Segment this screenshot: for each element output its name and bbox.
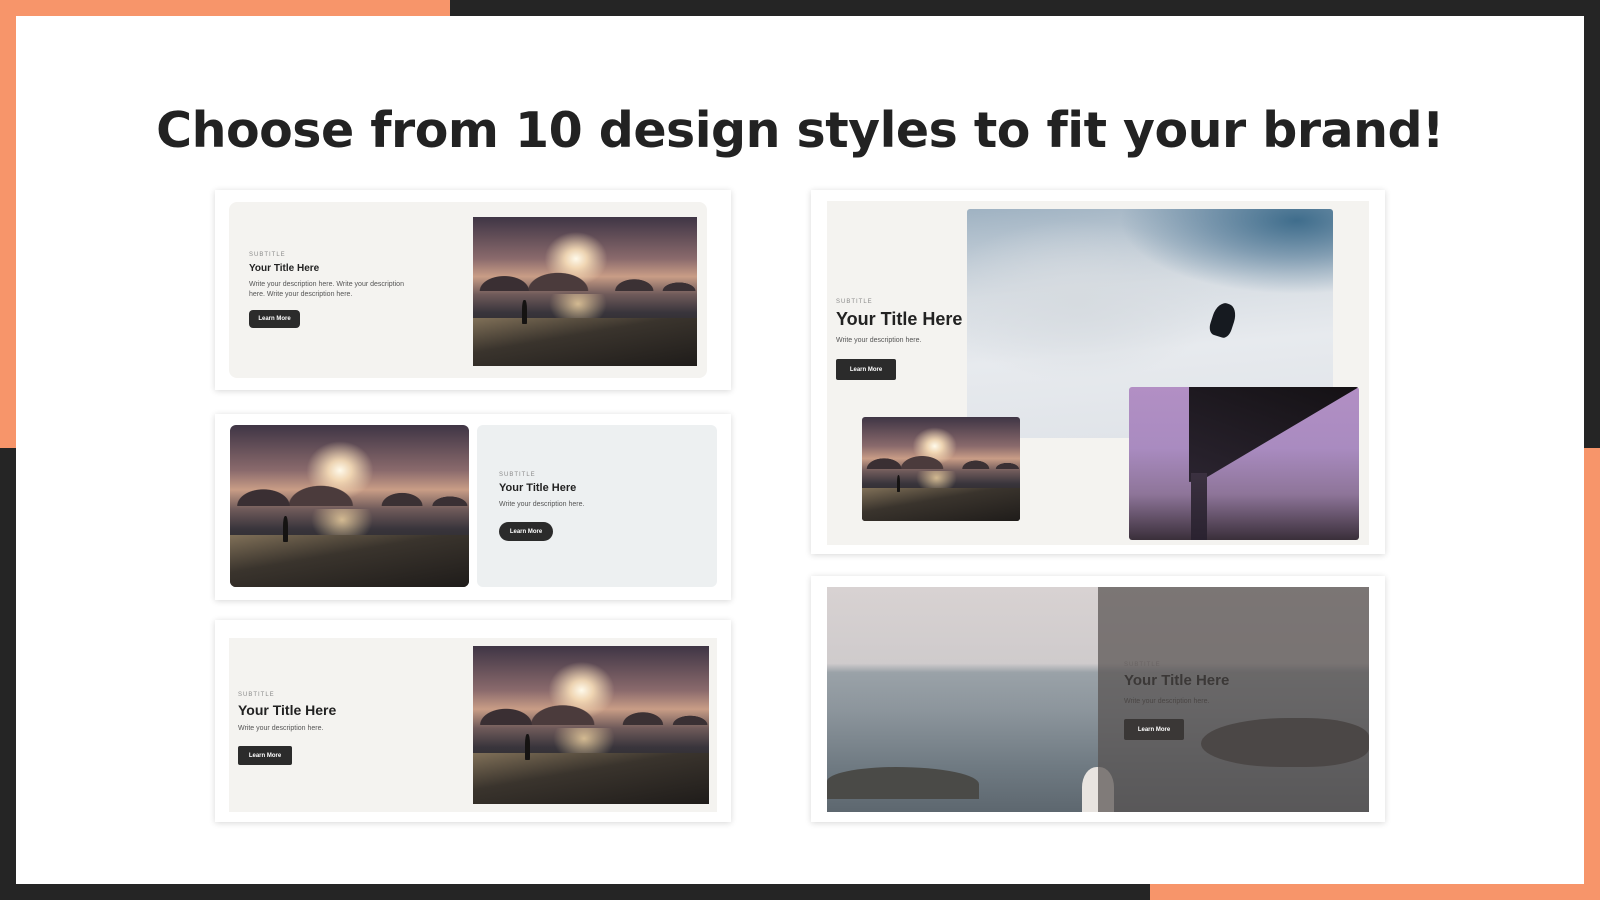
preview-description: Write your description here. — [238, 725, 324, 732]
preview-subtitle: SUBTITLE — [499, 472, 536, 478]
design-preview-3[interactable]: SUBTITLE Your Title Here Write your desc… — [215, 620, 731, 822]
design-preview-2[interactable]: SUBTITLE Your Title Here Write your desc… — [215, 414, 731, 600]
accent-bar-bottom — [1150, 884, 1600, 900]
sunset-photo — [473, 217, 697, 366]
sunset-photo — [862, 417, 1020, 521]
sunset-photo — [473, 646, 709, 804]
preview-title: Your Title Here — [1124, 672, 1230, 689]
design-preview-5[interactable]: SUBTITLE Your Title Here Write your desc… — [811, 576, 1385, 822]
learn-more-button[interactable]: Learn More — [249, 310, 300, 328]
accent-bar-right — [1584, 448, 1600, 900]
preview-description: Write your description here. Write your … — [249, 281, 404, 298]
preview-subtitle: SUBTITLE — [836, 299, 873, 305]
preview-title: Your Title Here — [499, 482, 577, 494]
preview-title: Your Title Here — [238, 702, 337, 718]
preview-description: Write your description here. — [1124, 698, 1210, 705]
design-preview-4[interactable]: SUBTITLE Your Title Here Write your desc… — [811, 190, 1385, 554]
preview-title: Your Title Here — [836, 309, 963, 329]
accent-bar-top — [0, 0, 450, 16]
preview-title: Your Title Here — [249, 263, 320, 274]
accent-bar-left — [0, 0, 16, 448]
bridge-photo — [1129, 387, 1359, 540]
design-preview-1[interactable]: SUBTITLE Your Title Here Write your desc… — [215, 190, 731, 390]
learn-more-button[interactable]: Learn More — [238, 746, 292, 765]
page-title: Choose from 10 design styles to fit your… — [156, 102, 1444, 159]
learn-more-button[interactable]: Learn More — [836, 359, 896, 380]
preview-subtitle: SUBTITLE — [1124, 662, 1161, 668]
seaside-photo — [827, 587, 1369, 812]
preview-description: Write your description here. — [836, 337, 922, 344]
preview-description: Write your description here. — [499, 501, 585, 508]
preview-subtitle: SUBTITLE — [238, 692, 275, 698]
learn-more-button[interactable]: Learn More — [499, 522, 553, 541]
learn-more-button[interactable]: Learn More — [1124, 719, 1184, 740]
sunset-photo — [230, 425, 469, 587]
preview-subtitle: SUBTITLE — [249, 252, 286, 258]
slide-canvas: Choose from 10 design styles to fit your… — [16, 16, 1584, 884]
